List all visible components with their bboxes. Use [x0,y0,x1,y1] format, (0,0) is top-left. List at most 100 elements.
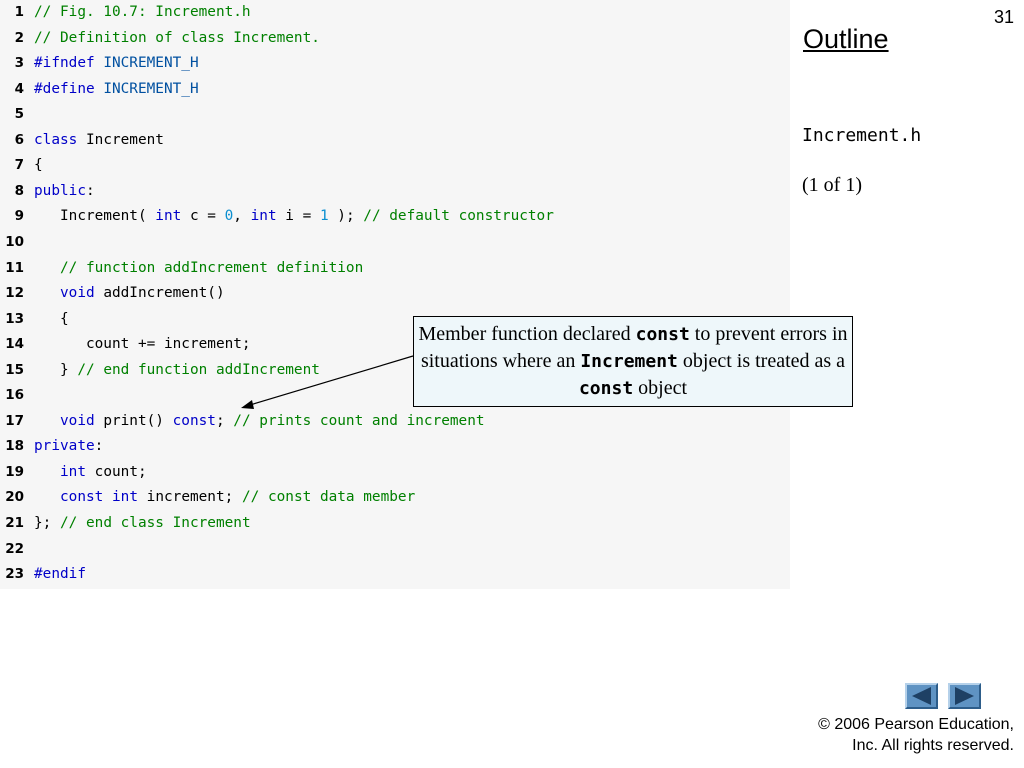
code-token-comment: // function addIncrement definition [34,259,364,276]
code-token-plain: ; [215,412,234,429]
line-number: 21 [5,515,24,531]
line-number: 4 [14,80,24,97]
code-text: void print() const; // prints count and … [34,409,485,433]
code-token-plain: i = [276,208,320,225]
code-token-macro: INCREMENT_H [94,80,199,97]
code-text: int count; [34,460,147,484]
line-number: 17 [5,412,24,429]
code-text: #define INCREMENT_H [34,77,199,101]
line-number: 9 [14,208,24,225]
code-token-keyword: #define [34,80,95,97]
copyright-line-2: Inc. All rights reserved. [852,737,1014,754]
code-line: 2 // Definition of class Increment. [0,26,790,50]
code-text: } // end function addIncrement [34,358,320,382]
line-number: 10 [5,233,24,250]
code-token-plain: , [233,208,251,225]
line-number: 23 [5,566,24,583]
line-number: 13 [5,310,24,327]
callout-box: Member function declared const to preven… [413,316,853,407]
code-token-plain: { [34,310,69,327]
code-text: const int increment; // const data membe… [34,485,415,509]
code-token-comment: // default constructor [363,208,554,225]
callout-code-2: Increment [580,351,678,372]
code-line: 12 void addIncrement() [0,281,790,305]
code-panel: 1 // Fig. 10.7: Increment.h 2 // Definition… [0,0,790,589]
line-number: 15 [5,361,24,378]
code-token-keyword: void [60,285,95,302]
code-line: 9 Increment( int c = 0, int i = 1 ); // … [0,204,790,228]
code-token-plain: } [34,361,78,378]
copyright-notice: © 2006 Pearson Education, Inc. All right… [818,714,1014,756]
page-label: (1 of 1) [802,174,862,196]
right-triangle-icon [955,687,974,705]
line-number: 12 [5,285,24,302]
code-line: 20 const int increment; // const data me… [0,485,790,509]
code-token-keyword: const [172,412,216,429]
code-line: 1 // Fig. 10.7: Increment.h [0,0,790,24]
code-text: // function addIncrement definition [34,256,363,280]
line-number: 18 [5,438,24,455]
code-line: 8 public: [0,179,790,203]
callout-code-1: const [635,324,690,345]
code-token-keyword: int [155,208,182,225]
file-label: Increment.h [802,125,922,146]
code-token-keyword: #endif [34,566,86,583]
code-line: 4 #define INCREMENT_H [0,77,790,101]
line-number: 3 [14,55,24,72]
line-number: 22 [5,540,24,557]
code-token-comment: // const data member [241,489,416,506]
code-token-plain: count; [86,463,147,480]
code-text: Increment( int c = 0, int i = 1 ); // de… [34,204,554,228]
code-token-keyword: int [112,489,138,506]
code-text: { [34,153,43,177]
line-number: 2 [14,29,24,46]
code-token-plain: : [94,438,104,455]
slide-number: 31 [993,7,1014,27]
line-number: 6 [14,131,24,148]
code-line: 17 void print() const; // prints count a… [0,409,790,433]
previous-slide-button[interactable] [905,683,938,709]
line-number: 14 [5,336,24,353]
code-token-comment: // end function addIncrement [77,361,320,378]
code-token-keyword: int [250,208,277,225]
callout-text-4: object [633,377,688,399]
code-line: 21}; // end class Increment [0,511,790,535]
code-line: 10 [0,230,790,254]
code-token-keyword: class [34,131,78,148]
code-token-plain: ); [328,208,364,225]
code-line: 11 // function addIncrement definition [0,256,790,280]
line-number: 16 [5,387,24,404]
callout-code-3: const [578,378,634,399]
callout-text-3: object is treated as a [677,350,846,372]
code-text: void addIncrement() [34,281,225,305]
code-token-plain: }; [34,515,60,531]
code-text: #ifndef INCREMENT_H [34,51,199,75]
line-number: 5 [14,106,24,123]
next-slide-button[interactable] [948,683,981,709]
code-token-comment: // prints count and increment [233,412,485,429]
code-line: 6 class Increment [0,128,790,152]
code-text: }; // end class Increment [34,511,251,535]
line-number: 19 [5,463,24,480]
code-line: 7{ [0,153,790,177]
code-token-plain: increment; [138,489,242,506]
outline-title[interactable]: Outline [803,24,889,55]
code-token-plain: count += increment; [34,336,251,353]
code-line: 3 #ifndef INCREMENT_H [0,51,790,75]
line-number: 20 [5,489,24,506]
line-number: 8 [14,182,24,199]
code-token-plain: c = [181,208,225,225]
code-token-comment: // end class Increment [60,515,251,531]
code-token-keyword: public [34,182,86,199]
code-token-plain: : [85,182,95,199]
code-token-number: 1 [319,208,329,225]
code-text: class Increment [34,128,164,152]
line-number: 1 [14,4,24,20]
code-token-keyword: int [60,463,86,480]
code-text: count += increment; [34,332,251,356]
code-token-keyword: const [60,489,104,506]
